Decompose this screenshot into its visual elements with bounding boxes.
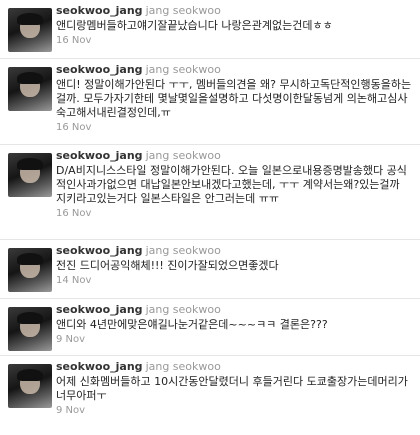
tweet-item: seokwoo_jang jang seokwoo 앤디! 정말이해가안된다 ㅜㅜ… — [0, 59, 420, 145]
screen-name-link[interactable]: seokwoo_jang — [56, 63, 143, 76]
tweet-content: seokwoo_jang jang seokwoo 전진 드디어공익해체!!! 진… — [56, 244, 412, 286]
tweet-timestamp[interactable]: 16 Nov — [56, 35, 412, 46]
tweet-header: seokwoo_jang jang seokwoo — [56, 149, 412, 163]
avatar[interactable] — [8, 8, 52, 52]
avatar[interactable] — [8, 153, 52, 197]
tweet-content: seokwoo_jang jang seokwoo 앤디랑멤버들하고얘기잘끝났습니… — [56, 4, 412, 46]
screen-name-link[interactable]: seokwoo_jang — [56, 149, 143, 162]
screen-name-link[interactable]: seokwoo_jang — [56, 4, 143, 17]
tweet-timeline: seokwoo_jang jang seokwoo 앤디랑멤버들하고얘기잘끝났습니… — [0, 0, 420, 435]
screen-name-link[interactable]: seokwoo_jang — [56, 244, 143, 257]
tweet-item: seokwoo_jang jang seokwoo 전진 드디어공익해체!!! 진… — [0, 240, 420, 299]
tweet-text: D/A비지니스스타일 정말이해가안된다. 오늘 일본으로내용증명발송했다 공식적… — [56, 164, 407, 205]
avatar[interactable] — [8, 364, 52, 408]
tweet-content: seokwoo_jang jang seokwoo D/A비지니스스타일 정말이해… — [56, 149, 412, 219]
tweet-timestamp[interactable]: 16 Nov — [56, 208, 412, 219]
screen-name-link[interactable]: seokwoo_jang — [56, 360, 143, 373]
tweet-content: seokwoo_jang jang seokwoo 앤디! 정말이해가안된다 ㅜㅜ… — [56, 63, 412, 133]
tweet-content: seokwoo_jang jang seokwoo 어제 신화멤버들하고 10시간… — [56, 360, 412, 416]
full-name: jang seokwoo — [145, 4, 221, 17]
full-name: jang seokwoo — [145, 63, 221, 76]
full-name: jang seokwoo — [145, 244, 221, 257]
tweet-text: 앤디! 정말이해가안된다 ㅜㅜ, 멤버들의견을 왜? 무시하고독단적인행동을하는… — [56, 78, 412, 119]
tweet-timestamp[interactable]: 9 Nov — [56, 405, 412, 416]
tweet-item: seokwoo_jang jang seokwoo 앤디랑멤버들하고얘기잘끝났습니… — [0, 0, 420, 59]
avatar[interactable] — [8, 248, 52, 292]
tweet-text: 어제 신화멤버들하고 10시간동안달렸더니 후들거린다 도쿄출장가는데머리가너무… — [56, 375, 408, 402]
tweet-text: 앤디와 4년만에맞은얘길나눈거같은데~~~ㅋㅋ 결론은??? — [56, 318, 328, 331]
screen-name-link[interactable]: seokwoo_jang — [56, 303, 143, 316]
tweet-header: seokwoo_jang jang seokwoo — [56, 244, 412, 258]
tweet-header: seokwoo_jang jang seokwoo — [56, 63, 412, 77]
tweet-timestamp[interactable]: 9 Nov — [56, 334, 412, 345]
full-name: jang seokwoo — [145, 149, 221, 162]
tweet-header: seokwoo_jang jang seokwoo — [56, 4, 412, 18]
tweet-item: seokwoo_jang jang seokwoo 앤디와 4년만에맞은얘길나눈거… — [0, 299, 420, 356]
full-name: jang seokwoo — [145, 303, 221, 316]
tweet-header: seokwoo_jang jang seokwoo — [56, 360, 412, 374]
tweet-header: seokwoo_jang jang seokwoo — [56, 303, 412, 317]
tweet-item: seokwoo_jang jang seokwoo D/A비지니스스타일 정말이해… — [0, 145, 420, 240]
avatar[interactable] — [8, 67, 52, 111]
tweet-item: seokwoo_jang jang seokwoo 어제 신화멤버들하고 10시간… — [0, 356, 420, 435]
tweet-text: 전진 드디어공익해체!!! 진이가잘되었으면좋겠다 — [56, 259, 279, 272]
tweet-timestamp[interactable]: 14 Nov — [56, 275, 412, 286]
tweet-timestamp[interactable]: 16 Nov — [56, 122, 412, 133]
tweet-text: 앤디랑멤버들하고얘기잘끝났습니다 나랑은관계없는건데ㅎㅎ — [56, 19, 333, 32]
tweet-content: seokwoo_jang jang seokwoo 앤디와 4년만에맞은얘길나눈거… — [56, 303, 412, 345]
avatar[interactable] — [8, 307, 52, 351]
full-name: jang seokwoo — [145, 360, 221, 373]
